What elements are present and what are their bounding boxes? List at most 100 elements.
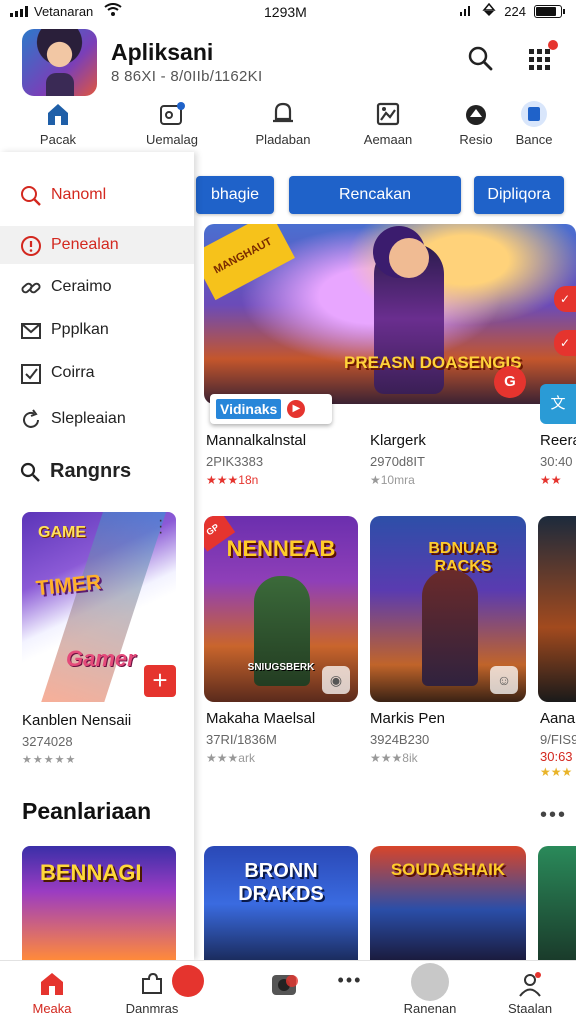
hero-ribbon: MANGHAUT [204,224,295,301]
link-icon [21,282,41,294]
game-title: Makaha Maelsal [206,710,316,727]
pin-icon[interactable]: ◉ [322,666,350,694]
side-check-icon[interactable]: ✓ [554,330,576,356]
game-card-art[interactable] [538,846,576,962]
person-icon [482,961,576,997]
video-badge-label: Vidinaks [216,399,282,419]
nav-label: Staalan [507,1001,553,1016]
signal-bars-icon [460,4,474,19]
game-rating: ★★★ [540,765,573,779]
refresh-icon [23,409,39,428]
video-badge[interactable]: Vidinaks ▶ [210,394,332,424]
game-title: Aana [540,710,576,727]
featured-game-art[interactable]: MANGHAUT PREASN DOASENGIS G [204,224,576,404]
nav-meaka[interactable]: Meaka [4,961,100,1024]
person-icon[interactable]: ☺ [490,666,518,694]
art-title-1: GAME [38,524,86,541]
bell-icon [235,100,331,128]
tab-bance[interactable]: Bance [486,100,576,147]
game-meta: 2PIK3383 [206,454,264,469]
game-card-art[interactable]: BRONN DRAKDS [204,846,358,962]
hero-art-title: PREASN DOASENGIS [344,353,522,372]
tab-label: Uemalag [145,132,199,147]
game-card-text[interactable]: Makaha Maelsal 37RI/1836M ★★★ark [206,710,315,765]
game-rating: ★★★18n [206,473,259,487]
drawer-item-coirra[interactable]: Coirra [0,354,194,392]
nav-staalan[interactable]: Staalan [482,961,576,1024]
drawer-item-ceraimo[interactable]: Ceraimo [0,268,194,306]
chip-rencakan[interactable]: Rencakan [289,176,461,214]
featured-card-text[interactable]: Reera 30:40 ★★ [540,432,576,487]
side-drawer: Nanoml Penealan Ceraimo Ppplkan Coirra S… [0,152,194,960]
app-header: Apliksani 8 86XI - 8/0IIb/1162KI [0,24,576,100]
status-bar: Vetanaran 1293M 224 [0,0,576,24]
drawer-item-ppplkan[interactable]: Ppplkan [0,311,194,349]
more-horizontal-icon[interactable]: ••• [540,804,567,827]
drawer-bottom-game-art[interactable]: BENNAGI [22,846,176,960]
home-icon [4,961,100,997]
chip-dipliqora[interactable]: Dipliqora [474,176,564,214]
info-icon [21,236,41,256]
battery-text: 224 [504,4,526,19]
gamepad-icon [124,100,220,128]
game-rating: ★10mra [370,473,415,487]
game-meta: 3924B230 [370,732,430,747]
drawer-item-penealan[interactable]: Penealan [0,226,194,264]
tab-label: Pacak [39,132,77,147]
carrier-label: Vetanaran [34,4,94,19]
featured-card-text[interactable]: Mannalkalnstal 2PIK3383 ★★★18n [206,432,306,487]
drawer-section-rangers[interactable]: Rangnrs [20,460,131,483]
game-rating: ★★★ark [206,751,255,765]
tab-label: Aemaan [363,132,413,147]
game-art-title: BDNUAB RACKS [428,540,498,575]
blue-square-icon [486,100,576,128]
check-box-icon [21,364,41,384]
game-rating: ★★ [540,473,562,487]
tab-aemaan[interactable]: Aemaan [340,100,436,147]
battery-icon [534,5,565,18]
chip-bhagie[interactable]: bhagie [196,176,274,214]
add-button[interactable]: + [144,665,176,697]
drawer-item-label: Ceraimo [51,278,112,295]
game-title: Markis Pen [370,710,446,727]
tab-pladaban[interactable]: Pladaban [235,100,331,147]
bottom-nav: Meaka Danmras ••• Ranenan Staalan [0,960,576,1024]
search-icon [468,46,493,71]
tab-label: Pladaban [255,132,311,147]
art-title-3: Gamer [66,646,136,671]
search-button[interactable] [464,42,496,74]
game-card-art[interactable]: BDNUAB RACKS ☺ [370,516,526,702]
game-card-art[interactable] [538,516,576,702]
notification-blob [172,965,204,997]
drawer-item-nanoml[interactable]: Nanoml [0,176,194,214]
data-icon [482,2,496,20]
more-vertical-icon[interactable]: · · · [158,513,163,541]
featured-card-text[interactable]: Klargerk 2970d8IT ★10mra [370,432,426,487]
signal-icon [10,6,28,17]
drawer-item-label: Ppplkan [51,321,109,338]
drawer-item-label: Coirra [51,364,95,381]
game-meta-secondary: 30:63 [540,749,573,764]
game-card-text[interactable]: Markis Pen 3924B230 ★★★8ik [370,710,445,765]
section-title: Peanlariaan [22,798,152,824]
game-card-art[interactable]: SOUDASHAIK [370,846,526,962]
game-card-text[interactable]: Aana 9/FIS93 30:63 ★★★ [540,710,576,779]
app-avatar[interactable] [22,29,97,96]
tab-uemalag[interactable]: Uemalag [124,100,220,147]
translate-icon[interactable]: 文 [540,384,576,424]
side-check-icon[interactable]: ✓ [554,286,576,312]
drawer-item-label: Nanoml [51,186,107,203]
tab-label: Bance [515,132,553,147]
drawer-item-slepleaian[interactable]: Slepleaian [0,400,194,438]
apps-grid-button[interactable] [524,40,558,74]
notification-dot [548,40,558,50]
game-figure [422,570,478,686]
game-card-art[interactable]: GP NENNEAB SNIUGSBERK ◉ [204,516,358,702]
circle-icon [382,961,478,1001]
nav-ranenan[interactable]: Ranenan [382,961,478,1024]
plus-icon: + [152,665,168,695]
game-art-title: BENNAGI [40,860,142,885]
game-art-title: SOUDASHAIK [390,860,506,879]
tab-pacak[interactable]: Pacak [10,100,106,147]
drawer-game-title: Kanblen Nensaii [22,712,132,729]
